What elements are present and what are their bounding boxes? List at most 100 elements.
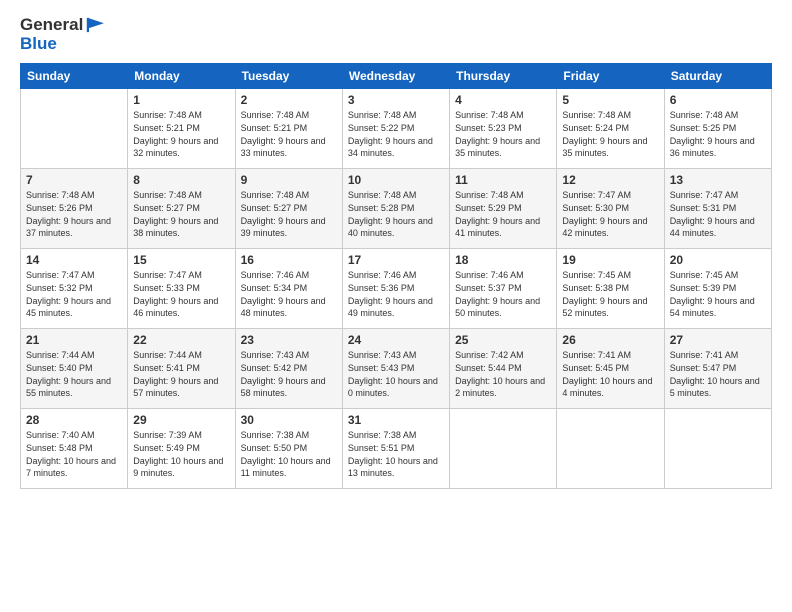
day-info: Sunrise: 7:46 AMSunset: 5:37 PMDaylight:… xyxy=(455,269,551,319)
calendar-cell: 31 Sunrise: 7:38 AMSunset: 5:51 PMDayligh… xyxy=(342,409,449,489)
day-number: 28 xyxy=(26,413,122,427)
calendar-cell: 10 Sunrise: 7:48 AMSunset: 5:28 PMDayligh… xyxy=(342,169,449,249)
day-info: Sunrise: 7:46 AMSunset: 5:36 PMDaylight:… xyxy=(348,269,444,319)
calendar-cell: 23 Sunrise: 7:43 AMSunset: 5:42 PMDayligh… xyxy=(235,329,342,409)
day-number: 17 xyxy=(348,253,444,267)
day-number: 1 xyxy=(133,93,229,107)
day-info: Sunrise: 7:48 AMSunset: 5:22 PMDaylight:… xyxy=(348,109,444,159)
calendar-week-5: 28 Sunrise: 7:40 AMSunset: 5:48 PMDayligh… xyxy=(21,409,772,489)
weekday-header-tuesday: Tuesday xyxy=(235,64,342,89)
day-info: Sunrise: 7:45 AMSunset: 5:38 PMDaylight:… xyxy=(562,269,658,319)
weekday-header-thursday: Thursday xyxy=(450,64,557,89)
calendar-cell: 3 Sunrise: 7:48 AMSunset: 5:22 PMDaylight… xyxy=(342,89,449,169)
weekday-header-monday: Monday xyxy=(128,64,235,89)
day-number: 18 xyxy=(455,253,551,267)
day-info: Sunrise: 7:48 AMSunset: 5:25 PMDaylight:… xyxy=(670,109,766,159)
header: General Blue xyxy=(20,16,772,53)
day-number: 19 xyxy=(562,253,658,267)
day-info: Sunrise: 7:48 AMSunset: 5:21 PMDaylight:… xyxy=(241,109,337,159)
calendar-cell: 2Sunrise: 7:48 AMSunset: 5:21 PMDaylight… xyxy=(235,89,342,169)
day-info: Sunrise: 7:38 AMSunset: 5:51 PMDaylight:… xyxy=(348,429,444,479)
day-number: 31 xyxy=(348,413,444,427)
day-info: Sunrise: 7:48 AMSunset: 5:27 PMDaylight:… xyxy=(133,189,229,239)
day-info: Sunrise: 7:47 AMSunset: 5:31 PMDaylight:… xyxy=(670,189,766,239)
day-info: Sunrise: 7:42 AMSunset: 5:44 PMDaylight:… xyxy=(455,349,551,399)
day-info: Sunrise: 7:47 AMSunset: 5:32 PMDaylight:… xyxy=(26,269,122,319)
calendar-cell: 7 Sunrise: 7:48 AMSunset: 5:26 PMDaylight… xyxy=(21,169,128,249)
day-info: Sunrise: 7:44 AMSunset: 5:40 PMDaylight:… xyxy=(26,349,122,399)
day-info: Sunrise: 7:48 AMSunset: 5:24 PMDaylight:… xyxy=(562,109,658,159)
day-info: Sunrise: 7:39 AMSunset: 5:49 PMDaylight:… xyxy=(133,429,229,479)
day-number: 30 xyxy=(241,413,337,427)
calendar-cell: 6 Sunrise: 7:48 AMSunset: 5:25 PMDaylight… xyxy=(664,89,771,169)
day-number: 7 xyxy=(26,173,122,187)
day-info: Sunrise: 7:38 AMSunset: 5:50 PMDaylight:… xyxy=(241,429,337,479)
day-number: 15 xyxy=(133,253,229,267)
day-info: Sunrise: 7:47 AMSunset: 5:33 PMDaylight:… xyxy=(133,269,229,319)
calendar-header-row: SundayMondayTuesdayWednesdayThursdayFrid… xyxy=(21,64,772,89)
day-number: 23 xyxy=(241,333,337,347)
calendar-cell: 20Sunrise: 7:45 AMSunset: 5:39 PMDayligh… xyxy=(664,249,771,329)
calendar-week-2: 7 Sunrise: 7:48 AMSunset: 5:26 PMDaylight… xyxy=(21,169,772,249)
page-container: General Blue SundayMondayTuesdayWednesda… xyxy=(0,0,792,499)
calendar-cell: 22Sunrise: 7:44 AMSunset: 5:41 PMDayligh… xyxy=(128,329,235,409)
day-info: Sunrise: 7:43 AMSunset: 5:42 PMDaylight:… xyxy=(241,349,337,399)
logo-general: General xyxy=(20,16,83,35)
calendar-cell: 1Sunrise: 7:48 AMSunset: 5:21 PMDaylight… xyxy=(128,89,235,169)
calendar-cell: 21 Sunrise: 7:44 AMSunset: 5:40 PMDayligh… xyxy=(21,329,128,409)
calendar-cell: 15 Sunrise: 7:47 AMSunset: 5:33 PMDayligh… xyxy=(128,249,235,329)
day-info: Sunrise: 7:46 AMSunset: 5:34 PMDaylight:… xyxy=(241,269,337,319)
calendar-cell: 13 Sunrise: 7:47 AMSunset: 5:31 PMDayligh… xyxy=(664,169,771,249)
calendar-cell: 11Sunrise: 7:48 AMSunset: 5:29 PMDayligh… xyxy=(450,169,557,249)
day-number: 8 xyxy=(133,173,229,187)
day-info: Sunrise: 7:48 AMSunset: 5:26 PMDaylight:… xyxy=(26,189,122,239)
day-number: 3 xyxy=(348,93,444,107)
day-info: Sunrise: 7:41 AMSunset: 5:47 PMDaylight:… xyxy=(670,349,766,399)
day-number: 13 xyxy=(670,173,766,187)
calendar-cell: 5 Sunrise: 7:48 AMSunset: 5:24 PMDaylight… xyxy=(557,89,664,169)
day-number: 29 xyxy=(133,413,229,427)
day-number: 10 xyxy=(348,173,444,187)
logo-blue: Blue xyxy=(20,35,57,54)
day-info: Sunrise: 7:40 AMSunset: 5:48 PMDaylight:… xyxy=(26,429,122,479)
day-number: 21 xyxy=(26,333,122,347)
day-number: 25 xyxy=(455,333,551,347)
day-number: 27 xyxy=(670,333,766,347)
day-info: Sunrise: 7:48 AMSunset: 5:28 PMDaylight:… xyxy=(348,189,444,239)
day-number: 6 xyxy=(670,93,766,107)
calendar-table: SundayMondayTuesdayWednesdayThursdayFrid… xyxy=(20,63,772,489)
day-number: 22 xyxy=(133,333,229,347)
calendar-cell: 8 Sunrise: 7:48 AMSunset: 5:27 PMDaylight… xyxy=(128,169,235,249)
calendar-cell: 26 Sunrise: 7:41 AMSunset: 5:45 PMDayligh… xyxy=(557,329,664,409)
calendar-cell xyxy=(450,409,557,489)
calendar-cell: 30 Sunrise: 7:38 AMSunset: 5:50 PMDayligh… xyxy=(235,409,342,489)
weekday-header-sunday: Sunday xyxy=(21,64,128,89)
calendar-cell xyxy=(557,409,664,489)
calendar-cell: 25 Sunrise: 7:42 AMSunset: 5:44 PMDayligh… xyxy=(450,329,557,409)
weekday-header-friday: Friday xyxy=(557,64,664,89)
weekday-header-wednesday: Wednesday xyxy=(342,64,449,89)
calendar-cell: 16Sunrise: 7:46 AMSunset: 5:34 PMDayligh… xyxy=(235,249,342,329)
day-info: Sunrise: 7:47 AMSunset: 5:30 PMDaylight:… xyxy=(562,189,658,239)
calendar-cell: 14 Sunrise: 7:47 AMSunset: 5:32 PMDayligh… xyxy=(21,249,128,329)
calendar-cell: 27 Sunrise: 7:41 AMSunset: 5:47 PMDayligh… xyxy=(664,329,771,409)
day-number: 4 xyxy=(455,93,551,107)
calendar-week-4: 21 Sunrise: 7:44 AMSunset: 5:40 PMDayligh… xyxy=(21,329,772,409)
calendar-cell: 9Sunrise: 7:48 AMSunset: 5:27 PMDaylight… xyxy=(235,169,342,249)
calendar-cell: 4Sunrise: 7:48 AMSunset: 5:23 PMDaylight… xyxy=(450,89,557,169)
calendar-cell xyxy=(664,409,771,489)
day-number: 14 xyxy=(26,253,122,267)
logo-flag-icon xyxy=(85,17,105,33)
day-number: 11 xyxy=(455,173,551,187)
day-info: Sunrise: 7:41 AMSunset: 5:45 PMDaylight:… xyxy=(562,349,658,399)
day-info: Sunrise: 7:48 AMSunset: 5:27 PMDaylight:… xyxy=(241,189,337,239)
calendar-cell: 19 Sunrise: 7:45 AMSunset: 5:38 PMDayligh… xyxy=(557,249,664,329)
calendar-cell: 12Sunrise: 7:47 AMSunset: 5:30 PMDayligh… xyxy=(557,169,664,249)
calendar-week-3: 14 Sunrise: 7:47 AMSunset: 5:32 PMDayligh… xyxy=(21,249,772,329)
calendar-cell: 28 Sunrise: 7:40 AMSunset: 5:48 PMDayligh… xyxy=(21,409,128,489)
day-number: 5 xyxy=(562,93,658,107)
calendar-cell: 29 Sunrise: 7:39 AMSunset: 5:49 PMDayligh… xyxy=(128,409,235,489)
day-number: 26 xyxy=(562,333,658,347)
weekday-header-saturday: Saturday xyxy=(664,64,771,89)
calendar-body: 1 Sunrise: 7:48 AMSunset: 5:21 PMDaylight… xyxy=(21,89,772,489)
